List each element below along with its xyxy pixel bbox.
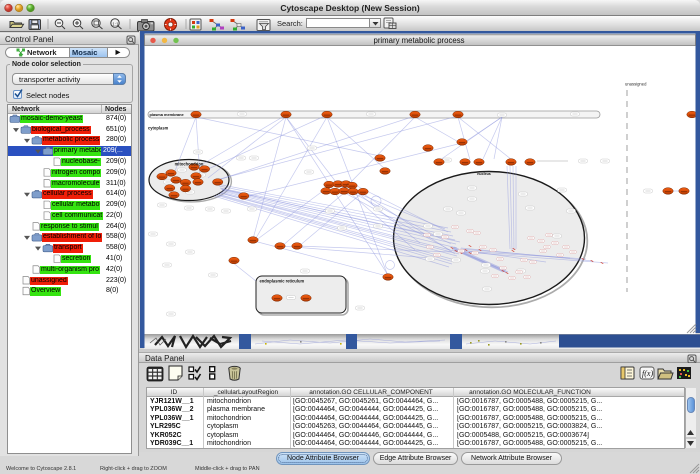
svg-text:endoplasmic reticulum: endoplasmic reticulum <box>260 279 305 284</box>
svg-text:plasma membrane: plasma membrane <box>150 112 185 117</box>
svg-text:1:1: 1:1 <box>112 21 119 26</box>
svg-text:nucleus: nucleus <box>477 172 491 176</box>
svg-text:mitochondrion: mitochondrion <box>175 162 204 167</box>
svg-text:unassigned: unassigned <box>625 82 647 87</box>
svg-text:cytoplasm: cytoplasm <box>148 126 169 131</box>
svg-text:f(x): f(x) <box>642 369 653 378</box>
svg-text:primary metabolic process: primary metabolic process <box>374 36 465 45</box>
